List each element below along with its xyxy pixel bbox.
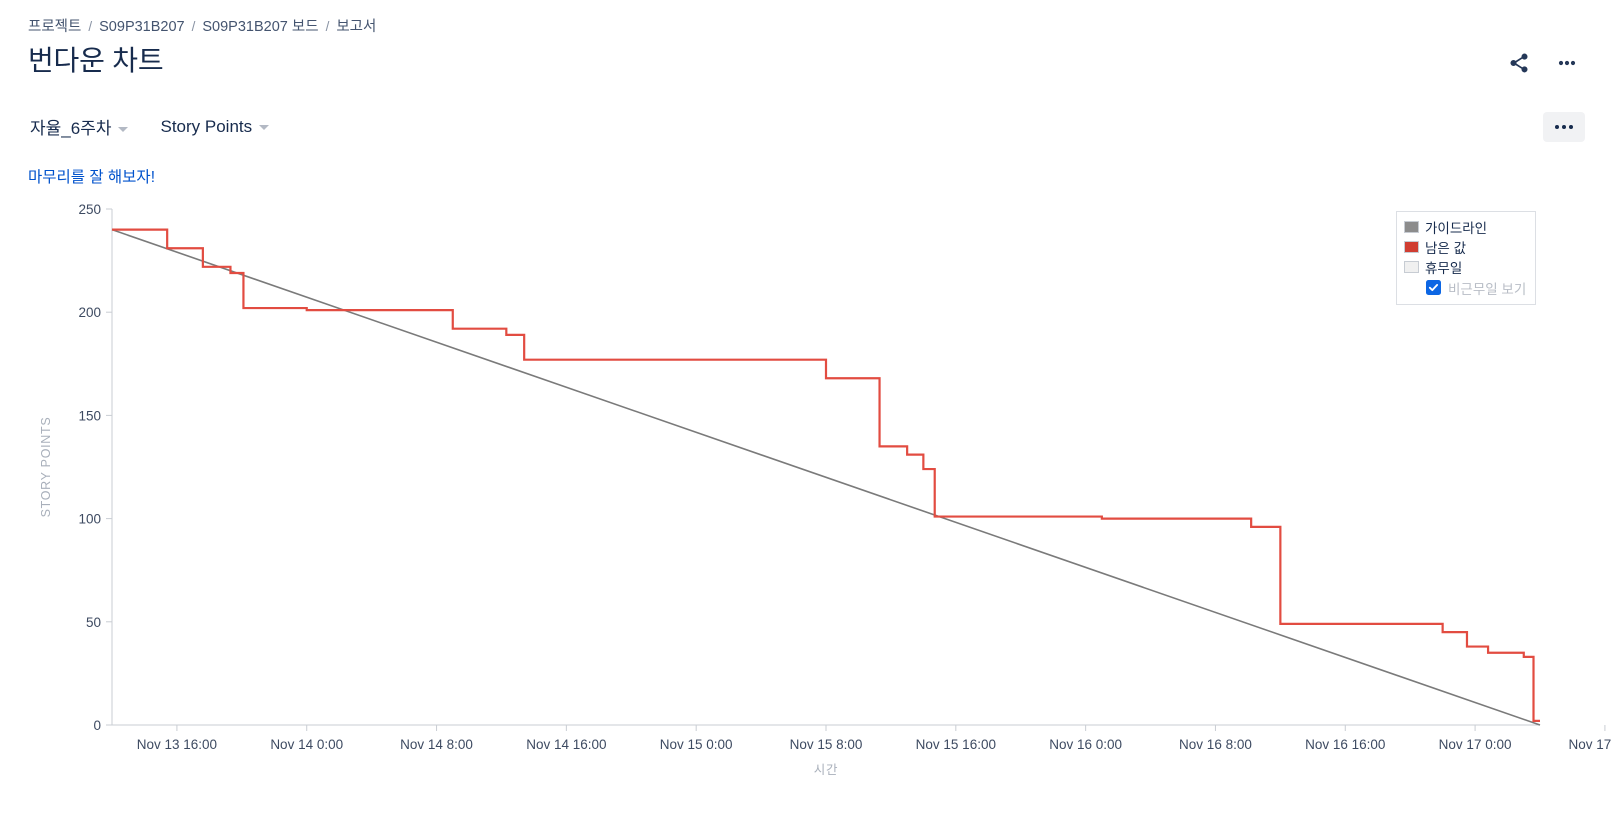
legend-item-nonworking[interactable]: 휴무일 — [1404, 257, 1526, 277]
subtitle-row: 마무리를 잘 해보자! — [0, 165, 1613, 187]
check-icon — [1428, 284, 1439, 292]
y-axis-tick-label: 250 — [78, 202, 101, 217]
show-nonworking-days-label: 비근무일 보기 — [1448, 281, 1527, 297]
burndown-chart: 0 50 100 150 200 250 STORY POINTS Nov 13 16:00 N… — [0, 201, 1613, 801]
x-axis-tick-label: Nov 15 0:00 — [660, 737, 733, 752]
sprint-goal-link[interactable]: 마무리를 잘 해보자! — [28, 169, 155, 186]
x-axis-tick-label: Nov 17 0:00 — [1439, 737, 1512, 752]
title-row: 번다운 차트 — [28, 42, 1585, 80]
more-horizontal-icon — [1562, 124, 1566, 129]
breadcrumb-item-reports[interactable]: 보고서 — [336, 18, 376, 36]
show-nonworking-days-row[interactable]: 비근무일 보기 — [1404, 277, 1526, 298]
x-axis-title: 시간 — [814, 763, 838, 777]
sprint-filter-dropdown[interactable]: 자율_6주차 — [28, 110, 130, 143]
share-button[interactable] — [1501, 46, 1537, 80]
breadcrumb-item-board[interactable]: S09P31B207 보드 — [202, 18, 318, 36]
legend-swatch-nonworking — [1404, 261, 1419, 273]
legend-label-guideline: 가이드라인 — [1425, 221, 1488, 236]
header-actions — [1501, 46, 1585, 80]
legend-item-guideline[interactable]: 가이드라인 — [1404, 217, 1526, 237]
breadcrumb-item-project[interactable]: 프로젝트 — [28, 18, 81, 36]
legend-swatch-remaining — [1404, 241, 1419, 253]
x-axis-tick-label: Nov 15 8:00 — [790, 737, 863, 752]
breadcrumb-separator: / — [191, 19, 196, 34]
more-horizontal-icon — [1555, 51, 1579, 75]
y-axis-tick-label: 0 — [93, 718, 101, 733]
breadcrumb-separator: / — [88, 19, 93, 34]
x-axis-tick-label: Nov 17 8:00 — [1569, 737, 1613, 752]
chart-legend: 가이드라인 남은 값 휴무일 비근무일 보기 — [1396, 211, 1537, 305]
sprint-filter-label: 자율_6주차 — [30, 119, 112, 138]
chart-more-actions-button[interactable] — [1543, 111, 1585, 142]
breadcrumb-separator: / — [325, 19, 330, 34]
x-axis-tick-label: Nov 16 8:00 — [1179, 737, 1252, 752]
controls-row: 자율_6주차 Story Points — [0, 110, 1613, 143]
unit-filter-dropdown[interactable]: Story Points — [158, 113, 271, 141]
chevron-down-icon — [118, 127, 129, 132]
x-axis-tick-label: Nov 13 16:00 — [137, 737, 217, 752]
x-axis-tick-label: Nov 16 16:00 — [1305, 737, 1385, 752]
share-icon — [1508, 52, 1530, 74]
y-axis-tick-label: 150 — [78, 408, 101, 423]
chevron-down-icon — [259, 124, 270, 130]
legend-label-remaining: 남은 값 — [1425, 241, 1467, 256]
x-axis-tick-label: Nov 14 8:00 — [400, 737, 473, 752]
show-nonworking-days-checkbox[interactable] — [1426, 280, 1441, 295]
page-more-actions-button[interactable] — [1549, 46, 1585, 80]
x-axis-tick-label: Nov 14 16:00 — [526, 737, 606, 752]
x-axis-tick-label: Nov 15 16:00 — [916, 737, 996, 752]
more-horizontal-icon — [1569, 124, 1573, 129]
legend-swatch-guideline — [1404, 221, 1419, 233]
legend-label-nonworking: 휴무일 — [1425, 261, 1463, 276]
burndown-report-page: 프로젝트 / S09P31B207 / S09P31B207 보드 / 보고서 … — [0, 0, 1613, 840]
breadcrumb: 프로젝트 / S09P31B207 / S09P31B207 보드 / 보고서 — [28, 18, 1585, 36]
guideline-series — [111, 228, 1541, 726]
y-axis-tick-label: 50 — [86, 615, 101, 630]
unit-filter-label: Story Points — [160, 116, 253, 136]
x-axis-tick-label: Nov 16 0:00 — [1049, 737, 1122, 752]
more-horizontal-icon — [1555, 124, 1559, 129]
x-axis-tick-label: Nov 14 0:00 — [270, 737, 343, 752]
page-title: 번다운 차트 — [28, 45, 164, 76]
y-axis-tick-label: 200 — [78, 305, 101, 320]
filters: 자율_6주차 Story Points — [28, 110, 271, 143]
burndown-chart-svg: 0 50 100 150 200 250 STORY POINTS Nov 13 16:00 N… — [39, 202, 1613, 777]
y-axis-title: STORY POINTS — [39, 417, 53, 518]
page-header: 프로젝트 / S09P31B207 / S09P31B207 보드 / 보고서 … — [0, 0, 1613, 80]
legend-item-remaining[interactable]: 남은 값 — [1404, 237, 1526, 257]
breadcrumb-item-board-key[interactable]: S09P31B207 — [99, 18, 184, 36]
y-axis-tick-label: 100 — [78, 512, 101, 527]
